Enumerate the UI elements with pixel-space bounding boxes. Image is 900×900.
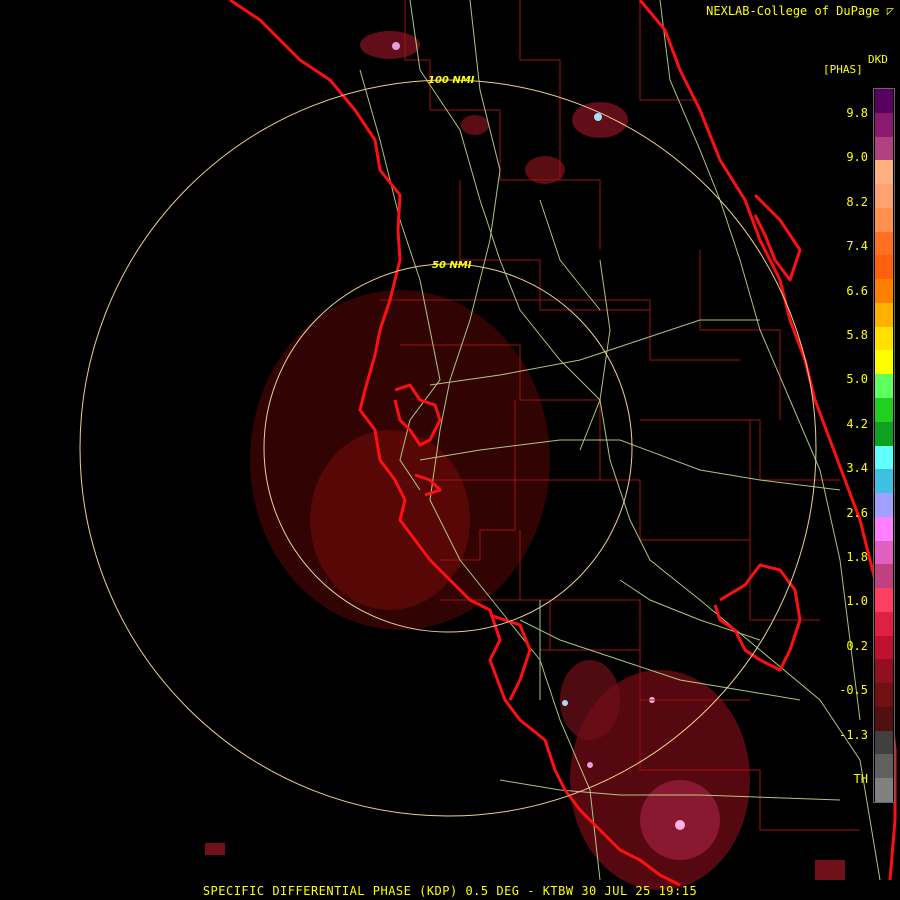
- range-ring-label-100: 100 NMI: [428, 75, 475, 86]
- legend-tick-label: 1.8: [846, 550, 868, 564]
- color-swatch: [875, 207, 893, 233]
- color-swatch: [875, 540, 893, 565]
- color-swatch: [875, 588, 893, 613]
- legend-tick-label: 0.2: [846, 638, 868, 653]
- credit-text: NEXLAB-College of DuPage ◸: [706, 4, 894, 18]
- color-swatch: [875, 350, 893, 375]
- color-scale-bar: [873, 88, 895, 803]
- color-swatch: [875, 136, 893, 161]
- color-swatch: [875, 611, 893, 637]
- legend-tick-label: 9.8: [846, 106, 868, 120]
- legend-tick-label: TH: [853, 772, 868, 786]
- legend-tick-label: 5.0: [846, 372, 868, 387]
- legend-tick-label: -1.3: [839, 727, 868, 742]
- color-swatch: [875, 302, 893, 328]
- color-swatch: [875, 659, 893, 684]
- color-swatch: [875, 160, 893, 185]
- legend-tick-label: 4.2: [846, 416, 868, 431]
- color-swatch: [875, 89, 893, 114]
- legend-product-code: DKD: [868, 53, 888, 66]
- radar-map: 100 NMI 50 NMI: [79, 0, 897, 890]
- color-swatch: [875, 326, 893, 351]
- color-swatch: [875, 730, 893, 755]
- color-swatch: [875, 279, 893, 304]
- color-swatch: [875, 778, 893, 803]
- color-swatch: [875, 184, 893, 209]
- color-swatch: [875, 754, 893, 779]
- legend-tick-label: 6.6: [846, 283, 868, 298]
- legend-tick-label: 7.4: [846, 239, 868, 254]
- legend-tick-label: 1.0: [846, 594, 868, 609]
- color-swatch: [875, 516, 893, 542]
- color-swatch: [875, 421, 893, 446]
- radar-logo-icon: ◸: [886, 4, 894, 18]
- legend-tick-label: 8.2: [846, 194, 868, 209]
- color-swatch: [875, 231, 893, 256]
- legend-tick-label: -0.5: [839, 683, 868, 698]
- color-swatch: [875, 469, 893, 494]
- legend-tick-label: 9.0: [846, 150, 868, 165]
- color-swatch: [875, 255, 893, 280]
- credit-label: NEXLAB-College of DuPage: [706, 4, 880, 18]
- color-swatch: [875, 374, 893, 399]
- color-swatch: [875, 564, 893, 589]
- color-swatch: [875, 683, 893, 708]
- color-swatch: [875, 397, 893, 423]
- echo-layer: [205, 31, 845, 890]
- legend-unit: [PHAS]: [823, 63, 863, 76]
- color-swatch: [875, 706, 893, 732]
- legend-tick-label: 3.4: [846, 461, 868, 476]
- legend-tick-label: 5.8: [846, 328, 868, 342]
- legend-tick-label: 2.6: [846, 505, 868, 520]
- product-caption: SPECIFIC DIFFERENTIAL PHASE (KDP) 0.5 DE…: [202, 884, 698, 898]
- color-swatch: [875, 635, 893, 660]
- color-swatch: [875, 445, 893, 470]
- color-swatch: [875, 112, 893, 138]
- color-swatch: [875, 493, 893, 518]
- range-ring-label-50: 50 NMI: [432, 260, 472, 271]
